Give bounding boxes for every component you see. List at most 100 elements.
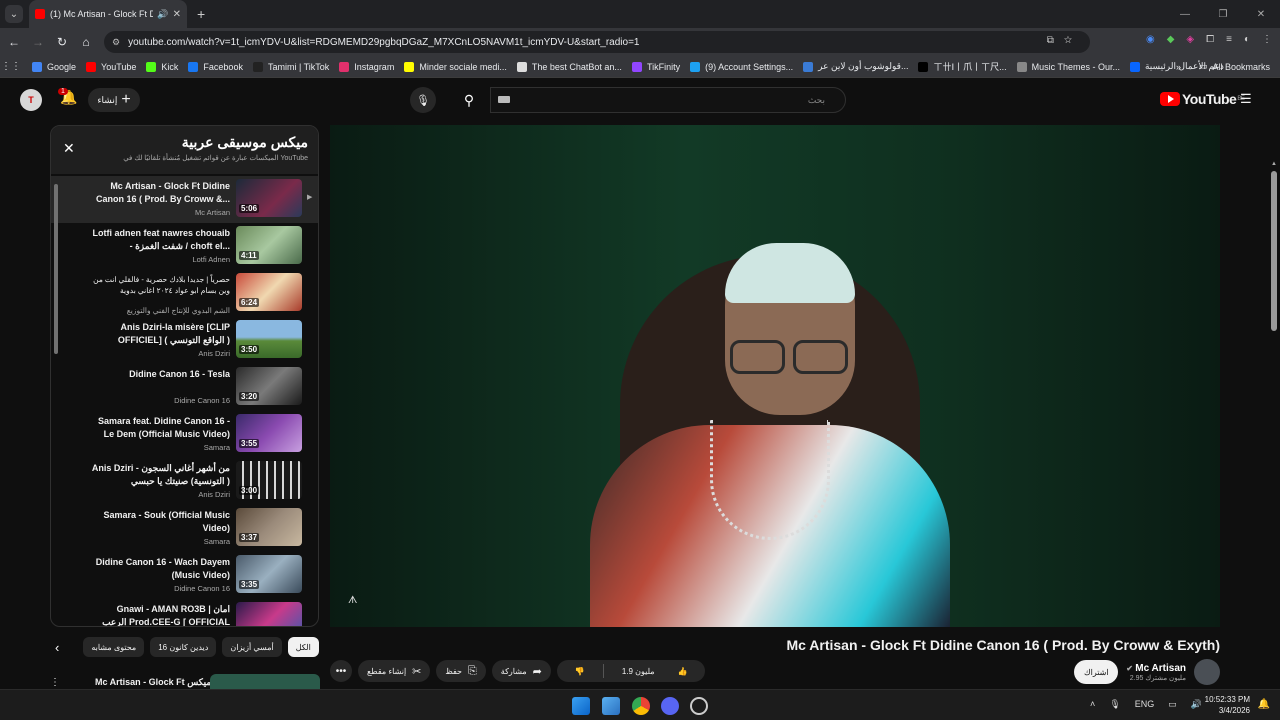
extension-icon[interactable]: ◈ — [1186, 34, 1194, 45]
create-button[interactable]: إنشاء + — [88, 88, 140, 112]
audio-playing-icon[interactable]: 🔊 — [157, 9, 168, 20]
playlist-item[interactable]: 6:24 حصرياً | جديدا بلادك حصرية - فالقلي … — [51, 270, 318, 317]
playlist-item[interactable]: 3:20 Didine Canon 16 - Tesla Didine Canon … — [51, 364, 318, 411]
playlist-item[interactable]: 3:50 Anis Dziri-la misère [CLIP OFFICIEL]… — [51, 317, 318, 364]
clip-button[interactable]: إنشاء مقطع ✂ — [358, 660, 431, 682]
account-avatar[interactable]: T — [20, 89, 42, 111]
search-button[interactable]: ⚲ — [450, 87, 488, 113]
keyboard-icon[interactable] — [498, 96, 510, 103]
chip-artist[interactable]: أمسي أزيزان — [222, 637, 282, 657]
voice-search-mic-icon[interactable]: 🎙 — [410, 87, 436, 113]
bookmark-item[interactable]: Facebook — [188, 61, 243, 72]
extensions-puzzle-icon[interactable]: ⧠ — [1206, 34, 1214, 45]
video-title: Mc Artisan - Glock Ft Didine Canon 16 ( … — [786, 637, 1220, 653]
subscribe-button[interactable]: اشتراك — [1074, 660, 1119, 684]
page-scrollbar[interactable] — [1271, 171, 1277, 331]
tab-search-icon[interactable]: ⌄ — [5, 5, 23, 23]
forward-icon[interactable]: → — [26, 35, 50, 49]
extension-icon[interactable]: ◉ — [1146, 34, 1155, 45]
bookmark-item[interactable]: Kick — [146, 61, 179, 72]
minimize-button[interactable]: — — [1166, 0, 1204, 28]
now-playing-icon: ▶ — [307, 194, 313, 201]
bookmark-item[interactable]: YouTube — [86, 61, 136, 72]
chip-similar[interactable]: محتوى مشابه — [83, 637, 145, 657]
language-indicator[interactable]: ENG — [1135, 699, 1155, 710]
playlist-scrollbar[interactable] — [54, 184, 58, 354]
close-window-button[interactable]: ✕ — [1242, 0, 1280, 28]
bookmark-favicon-icon — [690, 61, 701, 72]
playlist-item[interactable]: 5:06 Mc Artisan - Glock Ft Didine Canon 1… — [51, 176, 318, 223]
search-input[interactable]: بحث — [490, 87, 846, 113]
microphone-icon[interactable]: 🎙 — [1109, 699, 1120, 710]
reload-icon[interactable]: ↻ — [50, 35, 74, 49]
playlist-item-channel: Anis Dziri — [198, 490, 230, 499]
clock[interactable]: 10:52:33 PM 3/4/2026 — [1205, 694, 1250, 716]
bookmark-label: Kick — [161, 61, 179, 72]
network-icon[interactable]: ▭ — [1168, 699, 1177, 710]
chevron-up-icon[interactable]: ˄ — [1090, 699, 1095, 710]
profile-icon[interactable]: ◐ — [1244, 34, 1250, 45]
bookmark-item[interactable]: (9) Account Settings... — [690, 61, 793, 72]
chip-didine-canon[interactable]: ديدين كانون 16 — [150, 637, 217, 657]
bookmark-item[interactable]: Music Themes - Our... — [1016, 61, 1120, 72]
bookmark-item[interactable]: Instagram — [339, 61, 394, 72]
youtube-logo[interactable]: YouTube BE — [1160, 91, 1245, 107]
address-bar[interactable]: ⚙ youtube.com/watch?v=1t_icmYDV-U&list=R… — [104, 31, 1090, 53]
clip-label: إنشاء مقطع — [367, 666, 407, 676]
chrome-icon[interactable] — [632, 697, 650, 715]
file-explorer-icon[interactable] — [602, 697, 620, 715]
up-next-mini[interactable]: ⋮ Mc Artisan - Glock Ft ميكس — [50, 674, 320, 690]
dislike-button[interactable]: 👎 — [557, 667, 603, 676]
playlist-item[interactable]: 3:37 Samara - Souk (Official Music Video)… — [51, 505, 318, 552]
save-button[interactable]: حفظ ⎘ — [436, 660, 486, 682]
bookmark-star-icon[interactable]: ⧉☆ — [1047, 35, 1082, 46]
bookmark-item[interactable]: Minder sociale medi... — [404, 61, 507, 72]
extension-icon[interactable]: ◆ — [1167, 34, 1175, 45]
windows-start-icon[interactable] — [572, 697, 590, 715]
playlist-item[interactable]: 3:55 Samara feat. Didine Canon 16 - Le De… — [51, 411, 318, 458]
app-icon[interactable] — [690, 697, 708, 715]
restore-button[interactable]: ❐ — [1204, 0, 1242, 28]
bookmark-item[interactable]: قولوشوب أون لاين عر... — [803, 61, 908, 72]
close-playlist-icon[interactable]: ✕ — [63, 140, 75, 157]
new-tab-button[interactable]: + — [197, 6, 205, 22]
like-count: 1.9 مليون — [621, 666, 655, 676]
playlist-item[interactable]: 4:53Gnawi - AMAN RO3B | امان الرعب Prod.… — [51, 599, 318, 626]
home-icon[interactable]: ⌂ — [74, 35, 98, 49]
thumbs-up-icon: 👍 — [677, 666, 688, 676]
notification-bell-icon[interactable]: 🔔 — [1258, 699, 1270, 710]
volume-icon[interactable]: 🔊 — [1191, 699, 1202, 710]
chevron-left-icon[interactable]: ‹ — [55, 640, 59, 655]
chip-all[interactable]: الكل — [287, 637, 319, 657]
video-thumbnail[interactable] — [236, 602, 302, 626]
more-vert-icon[interactable]: ⋮ — [50, 677, 62, 688]
channel-name[interactable]: ✔ Mc Artisan — [1126, 663, 1186, 674]
playlist-item[interactable]: 4:11 Lotfi adnen feat nawres chouaib - شف… — [51, 223, 318, 270]
like-button[interactable]: 1.9 مليون 👍 — [604, 667, 706, 676]
bookmark-favicon-icon — [631, 61, 642, 72]
bookmark-item[interactable]: Google — [32, 61, 76, 72]
site-info-icon[interactable]: ⚙ — [112, 37, 120, 48]
playlist-item[interactable]: 3:35 Didine Canon 16 - Wach Dayem (Music … — [51, 552, 318, 599]
share-button[interactable]: مشاركة ➦ — [491, 660, 551, 682]
bookmark-item[interactable]: ㄒ卄Ⅰ丨爪丨ㄒ尺... — [918, 60, 1007, 73]
bookmark-item[interactable]: Tamimi | TikTok — [252, 61, 329, 72]
discord-icon[interactable] — [661, 697, 679, 715]
all-bookmarks-button[interactable]: » ▭ All Bookmarks — [1176, 61, 1270, 72]
apps-grid-icon[interactable]: ⋮⋮ — [0, 61, 22, 72]
chrome-menu-icon[interactable]: ⋮ — [1262, 34, 1272, 45]
close-tab-icon[interactable]: ✕ — [173, 9, 181, 20]
browser-tab-youtube[interactable]: (1) Mc Artisan - Glock Ft Di 🔊 ✕ — [29, 0, 187, 28]
reading-list-icon[interactable]: ≡ — [1226, 34, 1232, 45]
bookmark-favicon-icon — [1016, 61, 1027, 72]
more-actions-icon[interactable]: ••• — [330, 660, 352, 682]
hamburger-menu-icon[interactable]: ☰ — [1240, 91, 1252, 107]
bookmark-item[interactable]: The best ChatBot an... — [516, 61, 622, 72]
extensions-area: ◉ ◆ ◈ ⧠ ≡ ◐ ⋮ — [1146, 34, 1272, 45]
back-icon[interactable]: ← — [2, 35, 26, 49]
playlist-item[interactable]: 3:00 Anis Dziri - من أشهر أغاني السجون ال… — [51, 458, 318, 505]
bookmark-item[interactable]: TikFinity — [631, 61, 680, 72]
scroll-up-icon[interactable]: ▲ — [1271, 161, 1277, 167]
channel-avatar[interactable] — [1194, 659, 1220, 685]
video-player[interactable]: ᗑ — [330, 125, 1220, 627]
